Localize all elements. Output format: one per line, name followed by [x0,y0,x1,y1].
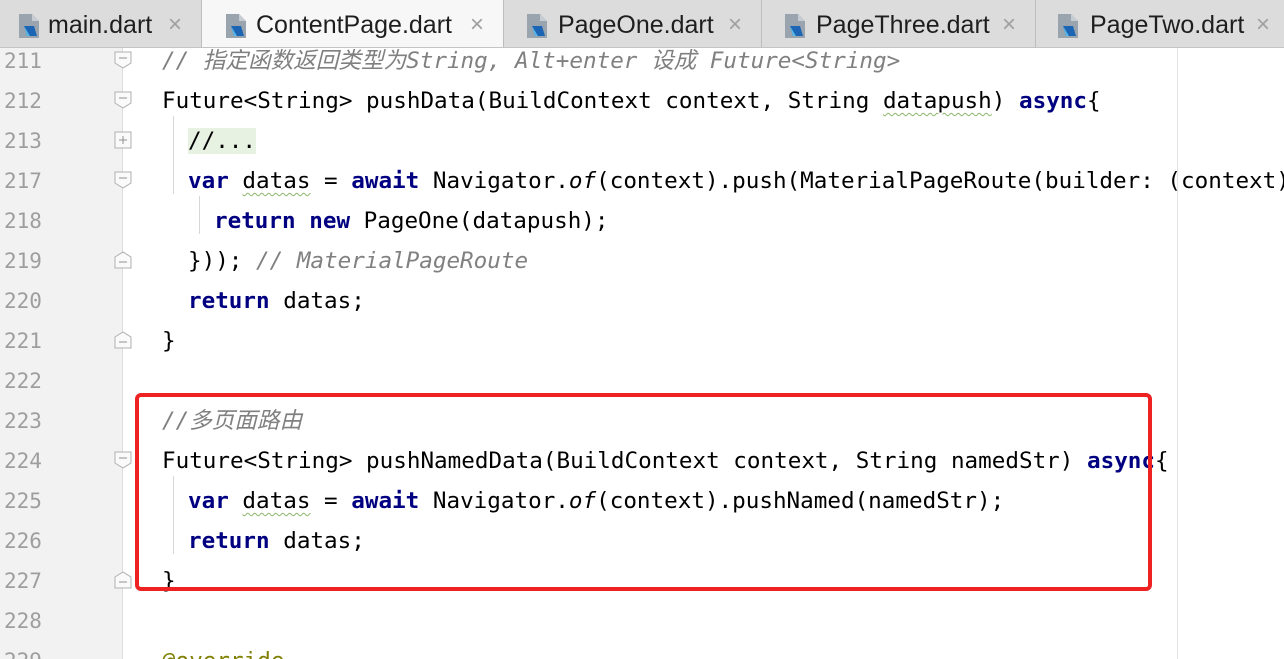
code-keyword: return [188,288,270,314]
dart-file-icon [1056,12,1080,40]
code-line-229: 229 @override [0,640,1284,659]
code-token: PageOne(datapush); [350,208,609,234]
code-comment: // MaterialPageRoute [256,248,529,274]
tab-pageone-dart[interactable]: PageOne.dart × [504,0,762,47]
line-number: 227 [4,569,42,593]
line-number: 225 [4,489,42,513]
code-token: Navigator. [419,168,569,194]
code-line-217: 217 var datas = await Navigator.of(conte… [0,160,1284,200]
editor-tab-bar: main.dart × ContentPage.dart × PageOne.d… [0,0,1284,48]
tab-pagethree-dart[interactable]: PageThree.dart × [762,0,1036,47]
code-token: { [1155,448,1169,474]
line-number: 218 [4,209,42,233]
code-token: } [162,328,176,354]
line-number: 213 [4,129,42,153]
code-editor[interactable]: 211 // 指定函数返回类型为String, Alt+enter 设成 Fut… [0,48,1284,659]
code-token: Future<String> pushData(BuildContext con… [162,88,883,114]
line-number: 222 [4,369,42,393]
dart-file-icon [17,12,41,40]
code-line-221: 221 } [0,320,1284,360]
code-token: })); [188,248,257,274]
line-number: 224 [4,449,42,473]
code-keyword: async [1018,88,1087,114]
fold-minus-icon[interactable] [113,91,133,109]
code-line-211: 211 // 指定函数返回类型为String, Alt+enter 设成 Fut… [0,48,1284,80]
code-keyword: var [188,168,229,194]
fold-plus-icon[interactable] [113,131,133,149]
code-token-static: of [568,168,597,194]
fold-minus-icon[interactable] [113,331,133,349]
line-number: 228 [4,609,42,633]
code-annotation: @override [162,648,284,659]
fold-minus-icon[interactable] [113,251,133,269]
tab-label: PageTwo.dart [1090,11,1245,39]
line-number: 223 [4,409,42,433]
highlight-annotation-box [135,393,1152,591]
line-number: 219 [4,249,42,273]
line-number: 226 [4,529,42,553]
fold-minus-icon[interactable] [113,571,133,589]
fold-minus-icon[interactable] [113,51,133,69]
fold-minus-icon[interactable] [113,171,133,189]
code-token: datas; [269,288,365,314]
code-keyword: new [309,208,351,234]
code-keyword: await [351,168,420,194]
line-number: 229 [4,648,44,659]
line-number: 221 [4,329,42,353]
code-line-220: 220 return datas; [0,280,1284,320]
tab-label: main.dart [48,11,153,39]
line-number: 211 [4,49,42,73]
tab-label: ContentPage.dart [256,11,452,39]
dart-file-icon [525,12,549,40]
line-number: 212 [4,89,42,113]
code-line-213: 213 //... [0,120,1284,160]
code-line-228: 228 [0,600,1284,640]
close-icon[interactable]: × [728,10,742,40]
close-icon[interactable]: × [1256,10,1270,40]
code-line-218: 218 return new PageOne(datapush); [0,200,1284,240]
fold-minus-icon[interactable] [113,451,133,469]
code-token: (context).push(MaterialPageRoute(builder… [596,168,1284,194]
code-keyword: return [214,208,296,234]
tab-label: PageOne.dart [558,11,714,39]
line-number: 220 [4,289,42,313]
dart-file-icon [783,12,807,40]
tab-main-dart[interactable]: main.dart × [0,0,202,47]
code-comment: // 指定函数返回类型为String, Alt+enter 设成 Future<… [162,48,901,74]
code-line-219: 219 })); // MaterialPageRoute [0,240,1284,280]
tab-contentpage-dart[interactable]: ContentPage.dart × [202,0,504,47]
tab-pagetwo-dart[interactable]: PageTwo.dart × [1036,0,1284,47]
close-icon[interactable]: × [168,10,182,40]
dart-file-icon [224,12,248,40]
code-line-212: 212 Future<String> pushData(BuildContext… [0,80,1284,120]
close-icon[interactable]: × [1002,10,1016,40]
close-icon[interactable]: × [470,10,484,40]
code-token: ) [991,88,1019,114]
folded-code-placeholder[interactable]: //... [188,128,257,154]
tab-label: PageThree.dart [816,11,990,39]
code-token-param: datapush [882,88,992,114]
line-number: 217 [4,169,42,193]
code-token-var: datas [242,168,311,194]
code-token: { [1087,88,1101,114]
code-token: = [310,168,352,194]
